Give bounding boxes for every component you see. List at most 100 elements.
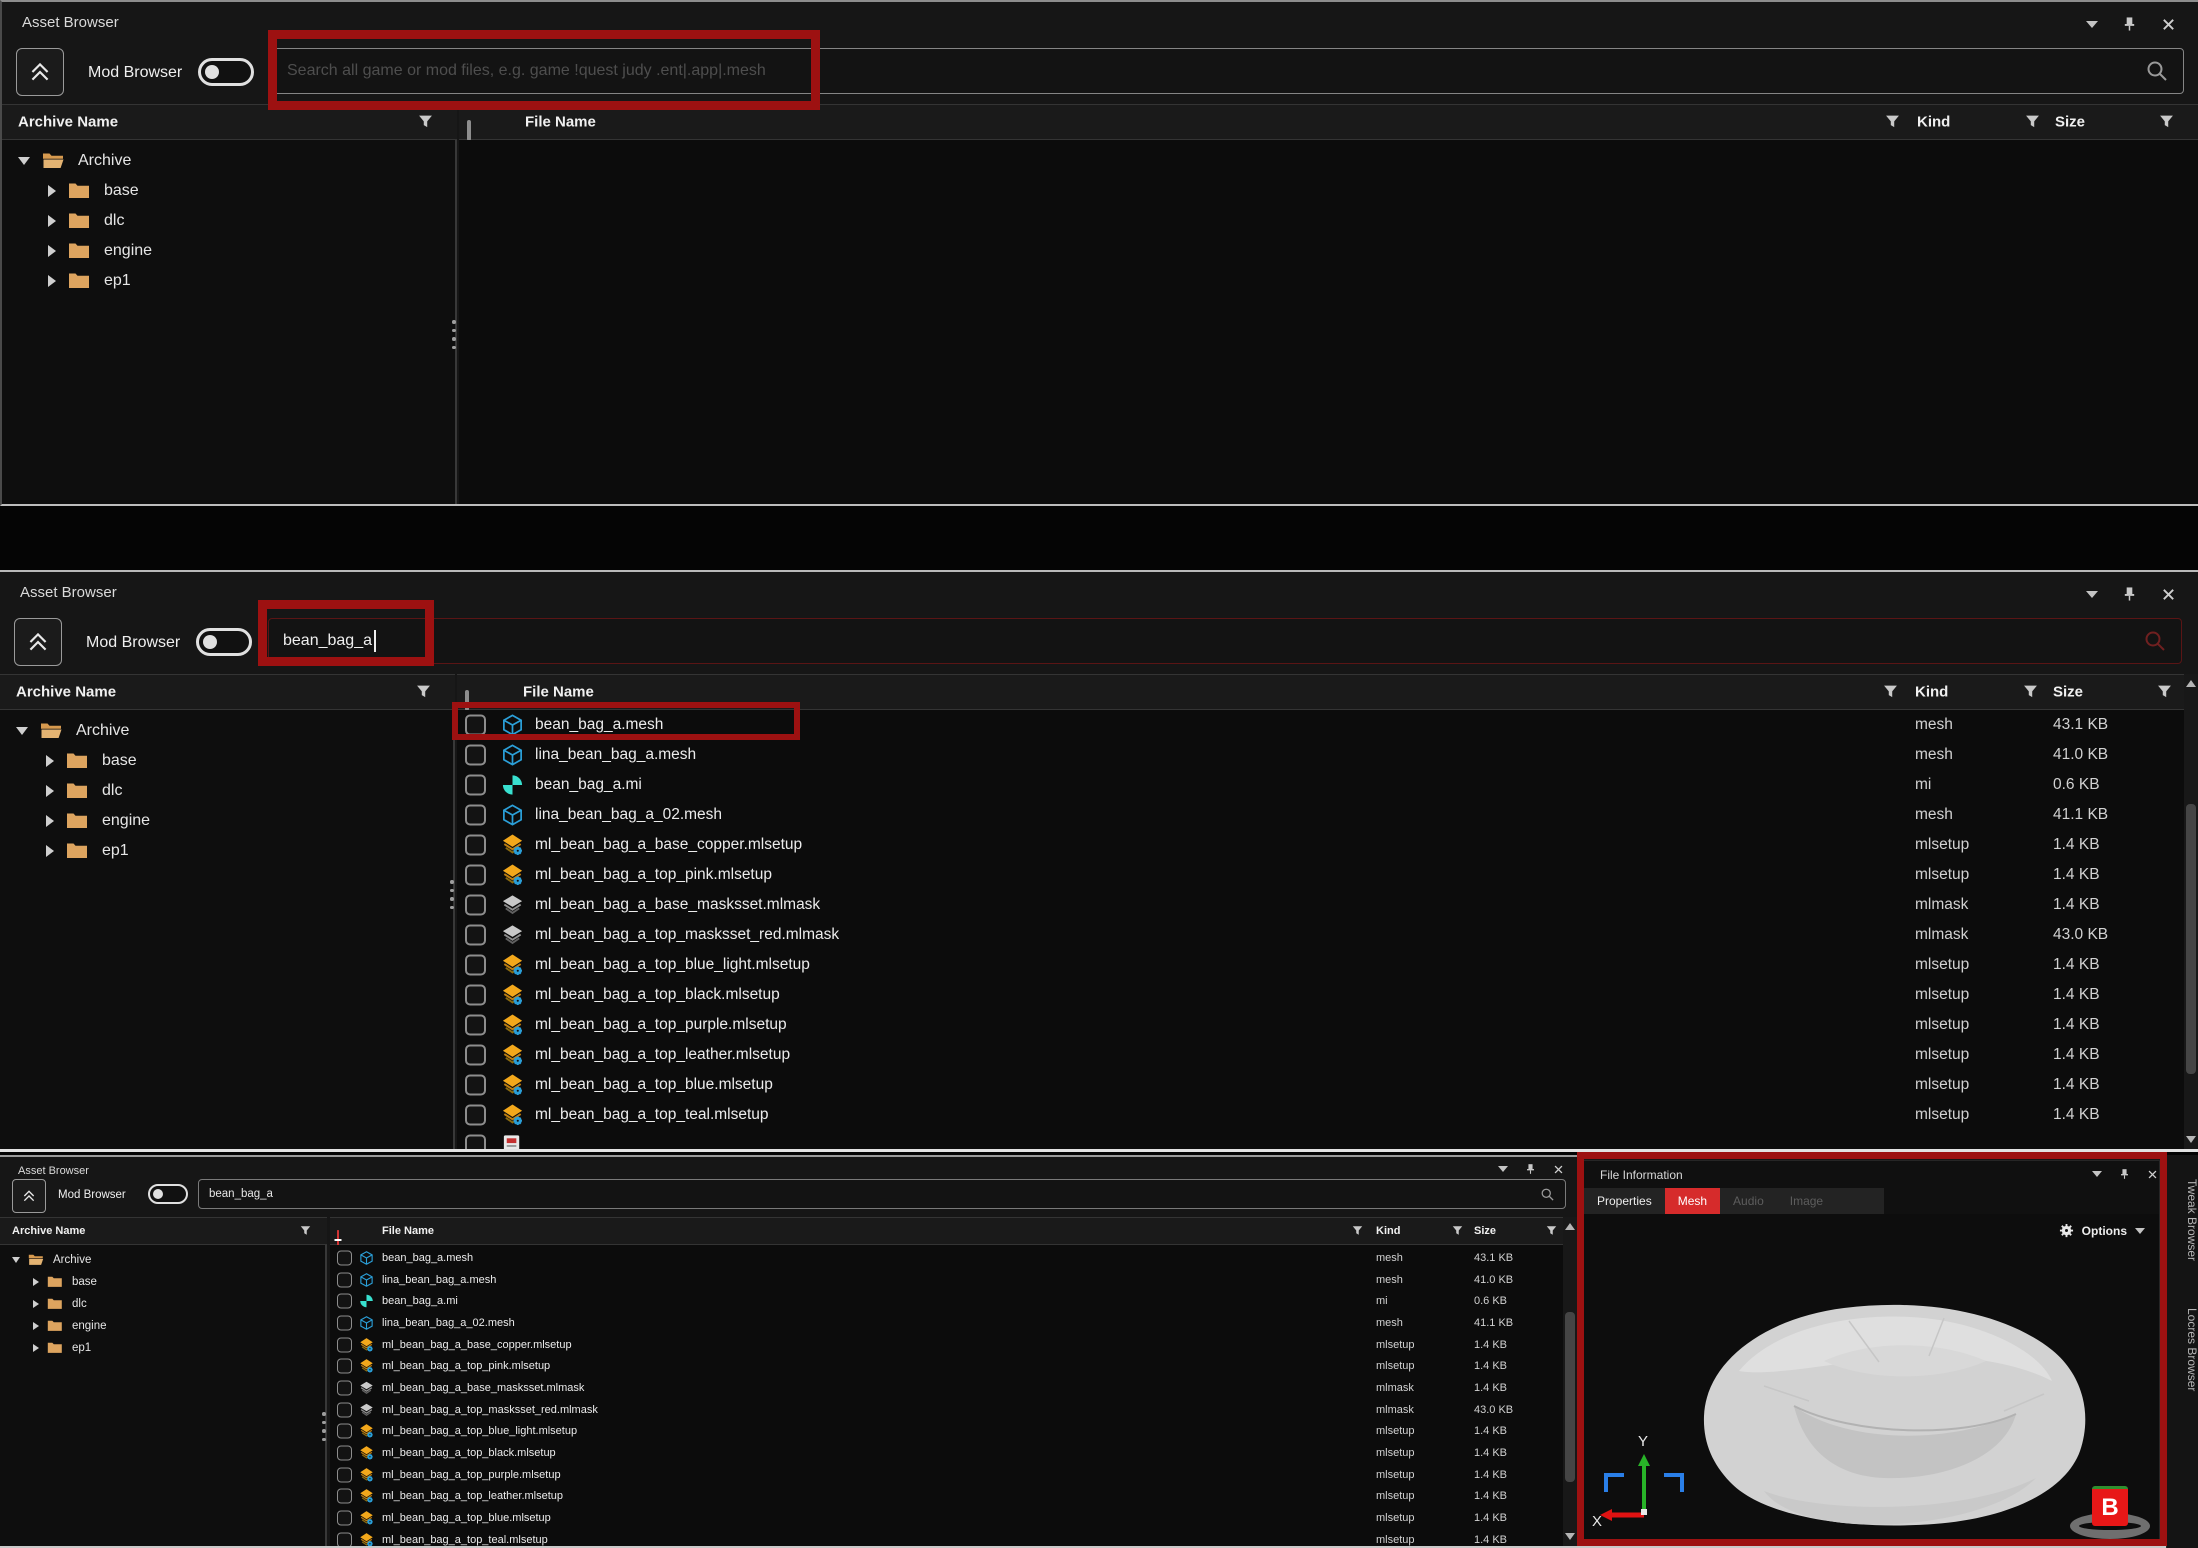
row-checkbox[interactable] [337, 1424, 352, 1439]
filter-icon[interactable] [300, 1226, 311, 1237]
tree-item-archive-root[interactable]: Archive [2, 146, 455, 176]
scroll-up-icon[interactable] [2186, 680, 2196, 687]
table-row[interactable]: ml_bean_bag_a_top_pink.mlsetup mlsetup 1… [457, 860, 2184, 890]
chevron-down-icon[interactable] [12, 1257, 20, 1263]
table-row[interactable]: lina_bean_bag_a_02.mesh mesh 41.1 KB [330, 1312, 1563, 1334]
pin-icon[interactable] [1525, 1163, 1536, 1175]
table-row[interactable]: lina_bean_bag_a.mesh mesh 41.0 KB [330, 1269, 1563, 1291]
table-row[interactable]: lina_bean_bag_a.mesh mesh 41.0 KB [457, 740, 2184, 770]
table-row[interactable]: ml_bean_bag_a_top_blue_light.mlsetup mls… [457, 950, 2184, 980]
row-checkbox[interactable] [465, 1105, 486, 1126]
filter-icon[interactable] [2159, 115, 2174, 130]
column-header-size[interactable]: Size [2055, 114, 2085, 131]
table-row[interactable]: ml_bean_bag_a_base_copper.mlsetup mlsetu… [457, 830, 2184, 860]
tree-item-archive-root[interactable]: Archive [0, 716, 453, 746]
tree-item-folder[interactable]: base [0, 1271, 325, 1293]
table-row[interactable]: ml_bean_bag_a_base_masksset.mlmask mlmas… [330, 1377, 1563, 1399]
splitter-handle[interactable] [452, 320, 456, 349]
filter-icon[interactable] [1883, 685, 1898, 700]
row-checkbox[interactable] [337, 1511, 352, 1526]
column-header-file-name[interactable]: File Name [525, 114, 596, 131]
scrollbar-thumb[interactable] [1565, 1312, 1575, 1482]
table-row[interactable]: ml_bean_bag_a_top_pink.mlsetup mlsetup 1… [330, 1355, 1563, 1377]
row-checkbox[interactable] [337, 1294, 352, 1309]
close-icon[interactable] [1553, 1164, 1564, 1175]
table-row[interactable]: ml_bean_bag_a_base_masksset.mlmask mlmas… [457, 890, 2184, 920]
chevron-right-icon[interactable] [48, 245, 56, 257]
tree-item-folder[interactable]: dlc [2, 206, 455, 236]
chevron-right-icon[interactable] [33, 1322, 39, 1330]
row-checkbox[interactable] [465, 1135, 486, 1153]
column-header-kind[interactable]: Kind [1915, 684, 1948, 701]
chevron-right-icon[interactable] [33, 1278, 39, 1286]
tree-item-folder[interactable]: dlc [0, 1293, 325, 1315]
row-checkbox[interactable] [337, 1380, 352, 1395]
mod-browser-toggle[interactable] [198, 58, 254, 86]
chevron-right-icon[interactable] [46, 845, 54, 857]
chevron-down-icon[interactable] [16, 727, 28, 735]
chevron-right-icon[interactable] [33, 1344, 39, 1352]
table-row[interactable]: ml_bean_bag_a_top_leather.mlsetup mlsetu… [330, 1486, 1563, 1508]
row-checkbox[interactable] [337, 1402, 352, 1417]
chevron-right-icon[interactable] [33, 1300, 39, 1308]
window-menu-caret-icon[interactable] [2086, 591, 2098, 598]
splitter-handle[interactable] [322, 1412, 326, 1441]
row-checkbox[interactable] [465, 1075, 486, 1096]
mod-browser-toggle[interactable] [148, 1184, 188, 1204]
search-input[interactable] [209, 1188, 1540, 1200]
table-row[interactable]: ml_bean_bag_a_base_copper.mlsetup mlsetu… [330, 1334, 1563, 1356]
search-bar[interactable] [198, 1179, 1566, 1209]
row-checkbox[interactable] [337, 1446, 352, 1461]
table-row[interactable]: bean_bag_a.mesh mesh 43.1 KB [330, 1247, 1563, 1269]
filter-icon[interactable] [2025, 115, 2040, 130]
tree-item-folder[interactable]: engine [0, 806, 453, 836]
splitter-handle[interactable] [450, 880, 454, 909]
vertical-scrollbar[interactable] [1563, 1217, 1577, 1546]
scroll-up-icon[interactable] [1565, 1223, 1575, 1230]
row-checkbox[interactable] [465, 1015, 486, 1036]
tree-item-folder[interactable]: engine [0, 1315, 325, 1337]
scroll-down-icon[interactable] [2186, 1136, 2196, 1143]
row-checkbox[interactable] [337, 1467, 352, 1482]
chevron-right-icon[interactable] [48, 275, 56, 287]
row-checkbox[interactable] [337, 1532, 352, 1546]
column-header-size[interactable]: Size [1474, 1225, 1496, 1237]
row-checkbox[interactable] [465, 925, 486, 946]
column-header-kind[interactable]: Kind [1376, 1225, 1400, 1237]
mod-browser-toggle[interactable] [196, 628, 252, 656]
filter-icon[interactable] [1546, 1226, 1557, 1237]
row-checkbox[interactable] [465, 985, 486, 1006]
chevron-right-icon[interactable] [48, 215, 56, 227]
filter-icon[interactable] [2023, 685, 2038, 700]
window-menu-caret-icon[interactable] [1498, 1166, 1508, 1172]
chevron-right-icon[interactable] [46, 785, 54, 797]
table-row[interactable]: ml_bean_bag_a_top_blue.mlsetup mlsetup 1… [330, 1507, 1563, 1529]
column-header-file-name[interactable]: File Name [523, 684, 594, 701]
chevron-down-icon[interactable] [18, 157, 30, 165]
table-row[interactable]: ml_bean_bag_a_top_masksset_red.mlmask ml… [457, 920, 2184, 950]
table-row[interactable]: ml_bean_bag_a_top_leather.mlsetup mlsetu… [457, 1040, 2184, 1070]
table-row[interactable]: ml_bean_bag_a_top_blue.mlsetup mlsetup 1… [457, 1070, 2184, 1100]
table-row[interactable]: ml_bean_bag_a_top_purple.mlsetup mlsetup… [457, 1010, 2184, 1040]
table-row[interactable]: ml_bean_bag_a_top_black.mlsetup mlsetup … [457, 980, 2184, 1010]
close-icon[interactable] [2161, 17, 2176, 32]
table-row[interactable]: bean_bag_a.mi mi 0.6 KB [330, 1290, 1563, 1312]
row-checkbox[interactable] [337, 1489, 352, 1504]
table-row[interactable]: ml_bean_bag_a_top_masksset_red.mlmask ml… [330, 1399, 1563, 1421]
row-checkbox[interactable] [465, 745, 486, 766]
filter-icon[interactable] [418, 115, 433, 130]
chevron-right-icon[interactable] [46, 815, 54, 827]
chevron-right-icon[interactable] [46, 755, 54, 767]
scroll-down-icon[interactable] [1565, 1533, 1575, 1540]
dock-tab-tweak-browser[interactable]: Tweak Browser [2167, 1165, 2198, 1275]
filter-icon[interactable] [2157, 685, 2172, 700]
row-checkbox[interactable] [465, 835, 486, 856]
filter-icon[interactable] [416, 685, 431, 700]
search-bar-focused[interactable]: bean_bag_a [268, 618, 2182, 664]
filter-icon[interactable] [1452, 1226, 1463, 1237]
column-header-size[interactable]: Size [2053, 684, 2083, 701]
row-checkbox[interactable] [465, 895, 486, 916]
row-checkbox[interactable] [337, 1250, 352, 1265]
table-row[interactable]: ml_bean_bag_a_top_purple.mlsetup mlsetup… [330, 1464, 1563, 1486]
row-checkbox[interactable] [337, 1272, 352, 1287]
